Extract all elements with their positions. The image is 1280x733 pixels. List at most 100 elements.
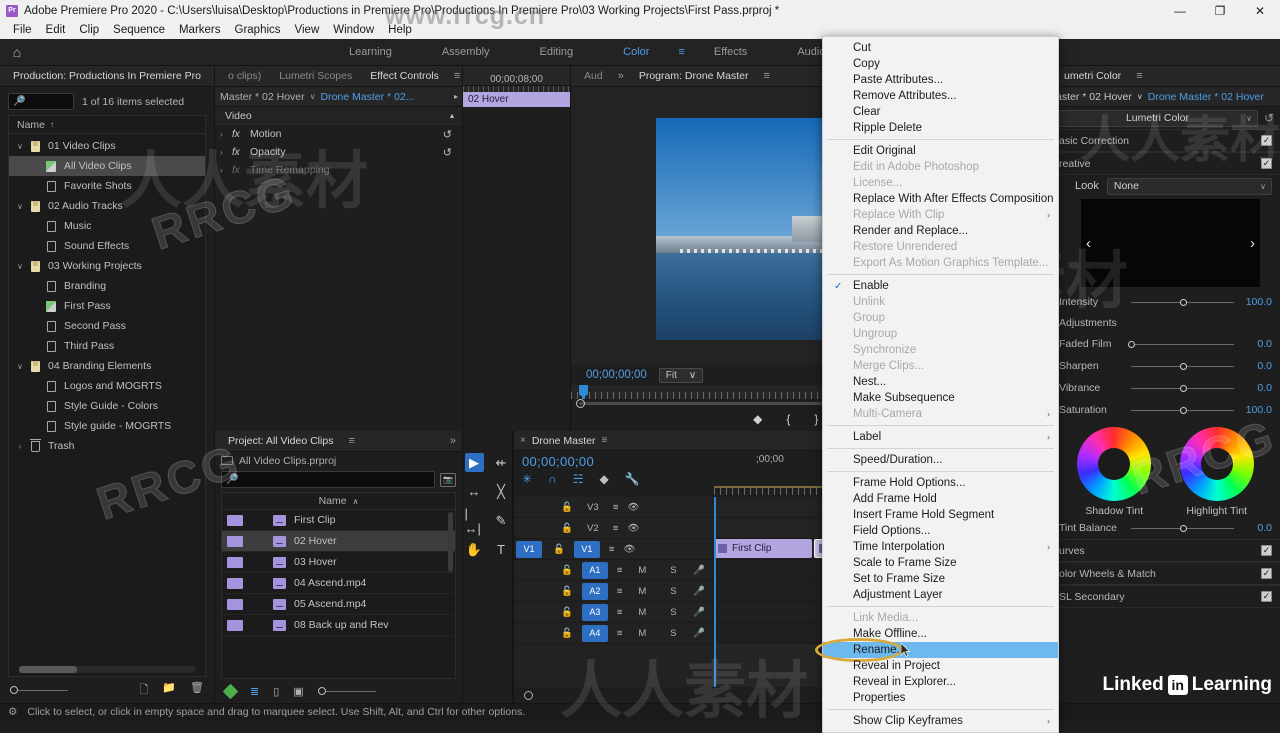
tree-item[interactable]: Second Pass bbox=[9, 316, 205, 336]
project-overflow-icon[interactable]: » bbox=[444, 435, 462, 447]
project-item-row[interactable]: ⚊ 04 Ascend.mp4 bbox=[222, 573, 455, 594]
sync-lock-icon[interactable]: ≡ bbox=[617, 607, 623, 618]
timeline-playhead[interactable] bbox=[714, 497, 716, 687]
tree-item[interactable]: All Video Clips bbox=[9, 156, 205, 176]
slider-faded-film[interactable]: Faded Film 0.0 bbox=[1051, 333, 1280, 355]
tree-item[interactable]: Style Guide - Colors bbox=[9, 396, 205, 416]
menu-file[interactable]: File bbox=[6, 24, 39, 36]
production-search-input[interactable]: 🔍 bbox=[8, 93, 74, 110]
section-creative[interactable]: reative ✓ bbox=[1051, 152, 1280, 175]
twisty-icon[interactable]: ∨ bbox=[13, 202, 27, 211]
type-tool[interactable]: T bbox=[492, 540, 511, 559]
effect-section-video[interactable]: Video ▴ bbox=[215, 107, 462, 125]
slider-track[interactable] bbox=[1131, 296, 1234, 308]
menu-item-time-interpolation[interactable]: Time Interpolation › bbox=[823, 539, 1058, 555]
menu-item-label[interactable]: Label › bbox=[823, 429, 1058, 445]
project-item-row[interactable]: ⚊ 02 Hover bbox=[222, 531, 455, 552]
close-icon[interactable]: × bbox=[520, 435, 526, 446]
snap-to-playhead-icon[interactable]: ✳ bbox=[522, 472, 532, 486]
lock-icon[interactable]: 🔓 bbox=[561, 523, 573, 534]
menu-item-properties[interactable]: Properties bbox=[823, 690, 1058, 706]
workspace-tab-effects[interactable]: Effects bbox=[689, 39, 772, 66]
tree-item[interactable]: ∨ 01 Video Clips bbox=[9, 136, 205, 156]
tab-program-monitor[interactable]: Program: Drone Master bbox=[630, 66, 758, 86]
menu-item-reveal-in-project[interactable]: Reveal in Project bbox=[823, 658, 1058, 674]
razor-tool[interactable]: ╳ bbox=[492, 482, 511, 501]
close-button[interactable]: ✕ bbox=[1240, 0, 1280, 21]
eye-icon[interactable]: 👁 bbox=[627, 502, 639, 513]
twisty-icon[interactable]: ∨ bbox=[13, 362, 27, 371]
maximize-button[interactable]: ❐ bbox=[1200, 0, 1240, 21]
tree-item[interactable]: Branding bbox=[9, 276, 205, 296]
track-header-a1[interactable]: 🔓 A1 ≡ M S 🎤 bbox=[514, 560, 714, 581]
menu-view[interactable]: View bbox=[288, 24, 327, 36]
sequence-clip-label[interactable]: Drone Master * 02... bbox=[320, 91, 414, 103]
reset-icon[interactable]: ↺ bbox=[443, 128, 452, 141]
zoom-level-select[interactable]: Fit ∨ bbox=[658, 367, 704, 383]
voiceover-icon[interactable]: 🎤 bbox=[693, 565, 705, 576]
home-icon[interactable]: ⌂ bbox=[0, 44, 34, 60]
workspace-tab-color[interactable]: Color bbox=[598, 39, 674, 66]
sync-lock-icon[interactable]: ≡ bbox=[617, 628, 623, 639]
slider-track[interactable] bbox=[1128, 338, 1234, 350]
sync-lock-icon[interactable]: ≡ bbox=[617, 565, 623, 576]
tabs-overflow-icon[interactable]: » bbox=[612, 70, 630, 82]
checkbox-curves[interactable]: ✓ bbox=[1261, 545, 1272, 556]
look-preview[interactable]: ‹ › bbox=[1081, 199, 1260, 287]
menu-item-scale-to-frame-size[interactable]: Scale to Frame Size bbox=[823, 555, 1058, 571]
section-color-wheels-match[interactable]: olor Wheels & Match ✓ bbox=[1051, 562, 1280, 585]
project-item-row[interactable]: ⚊ 08 Back up and Rev bbox=[222, 615, 455, 636]
track-header-a2[interactable]: 🔓 A2 ≡ M S 🎤 bbox=[514, 581, 714, 602]
project-zoom-slider[interactable] bbox=[317, 686, 376, 696]
project-item-row[interactable]: ⚊ 03 Hover bbox=[222, 552, 455, 573]
checkbox-color-wheels[interactable]: ✓ bbox=[1261, 568, 1272, 579]
pen-tool[interactable]: ✎ bbox=[492, 511, 511, 530]
minimize-button[interactable]: — bbox=[1160, 0, 1200, 21]
new-bin-icon[interactable]: 📁 bbox=[162, 681, 176, 700]
slider-tint-balance[interactable]: Tint Balance 0.0 bbox=[1051, 517, 1280, 539]
timeline-clip[interactable]: First Clip bbox=[714, 539, 812, 558]
production-menu-icon[interactable]: ≡ bbox=[210, 70, 214, 82]
timeline-timecode[interactable]: 00;00;00;00 bbox=[522, 454, 714, 469]
workspace-overflow-icon[interactable]: ≡ bbox=[674, 46, 688, 58]
linked-selection-icon[interactable]: ☵ bbox=[573, 472, 584, 486]
tree-item[interactable]: ∨ 02 Audio Tracks bbox=[9, 196, 205, 216]
solo-button[interactable]: S bbox=[662, 562, 684, 579]
slider-saturation[interactable]: Saturation 100.0 bbox=[1051, 399, 1280, 421]
tab-production[interactable]: Production: Productions In Premiere Pro bbox=[4, 66, 210, 86]
menu-clip[interactable]: Clip bbox=[72, 24, 106, 36]
mute-button[interactable]: M bbox=[631, 562, 653, 579]
chevron-up-icon[interactable]: ▴ bbox=[450, 111, 454, 120]
reset-icon[interactable]: ↺ bbox=[443, 146, 452, 159]
project-search-input[interactable]: 🔍 bbox=[221, 471, 435, 488]
settings-icon[interactable]: 🔧 bbox=[625, 472, 640, 486]
effect-clip-chip[interactable]: 02 Hover bbox=[463, 92, 570, 107]
track-name-button[interactable]: A1 bbox=[581, 561, 608, 579]
project-menu-icon[interactable]: ≡ bbox=[342, 435, 360, 447]
sync-lock-icon[interactable]: ≡ bbox=[613, 502, 619, 513]
sync-lock-icon[interactable]: ≡ bbox=[609, 544, 615, 555]
lock-icon[interactable]: 🔓 bbox=[561, 565, 573, 576]
tab-lumetri-scopes[interactable]: Lumetri Scopes bbox=[270, 66, 361, 86]
mark-out-icon[interactable]: } bbox=[814, 412, 818, 426]
menu-item-clear[interactable]: Clear bbox=[823, 104, 1058, 120]
tree-item[interactable]: ∨ 03 Working Projects bbox=[9, 256, 205, 276]
ripple-edit-tool[interactable]: ↔ bbox=[465, 482, 484, 501]
timeline-zoom-handle[interactable] bbox=[524, 690, 533, 700]
selection-tool[interactable]: ▶ bbox=[464, 453, 484, 472]
voiceover-icon[interactable]: 🎤 bbox=[693, 628, 705, 639]
eye-icon[interactable]: 👁 bbox=[623, 544, 635, 555]
menu-edit[interactable]: Edit bbox=[39, 24, 73, 36]
mute-button[interactable]: M bbox=[631, 604, 653, 621]
lumetri-effect-select[interactable]: Lumetri Color ∨ bbox=[1057, 109, 1258, 127]
tab-audio[interactable]: Aud bbox=[575, 66, 612, 86]
pencil-icon[interactable] bbox=[222, 683, 239, 699]
checkbox-hsl-secondary[interactable]: ✓ bbox=[1261, 591, 1272, 602]
effect-controls-menu-icon[interactable]: ≡ bbox=[448, 70, 462, 82]
solo-button[interactable]: S bbox=[662, 583, 684, 600]
play-icon[interactable]: ▸ bbox=[454, 92, 462, 101]
menu-item-reveal-in-explorer[interactable]: Reveal in Explorer... bbox=[823, 674, 1058, 690]
production-zoom-slider[interactable] bbox=[10, 685, 68, 695]
menu-item-frame-hold-options[interactable]: Frame Hold Options... bbox=[823, 475, 1058, 491]
checkbox-basic-correction[interactable]: ✓ bbox=[1261, 135, 1272, 146]
